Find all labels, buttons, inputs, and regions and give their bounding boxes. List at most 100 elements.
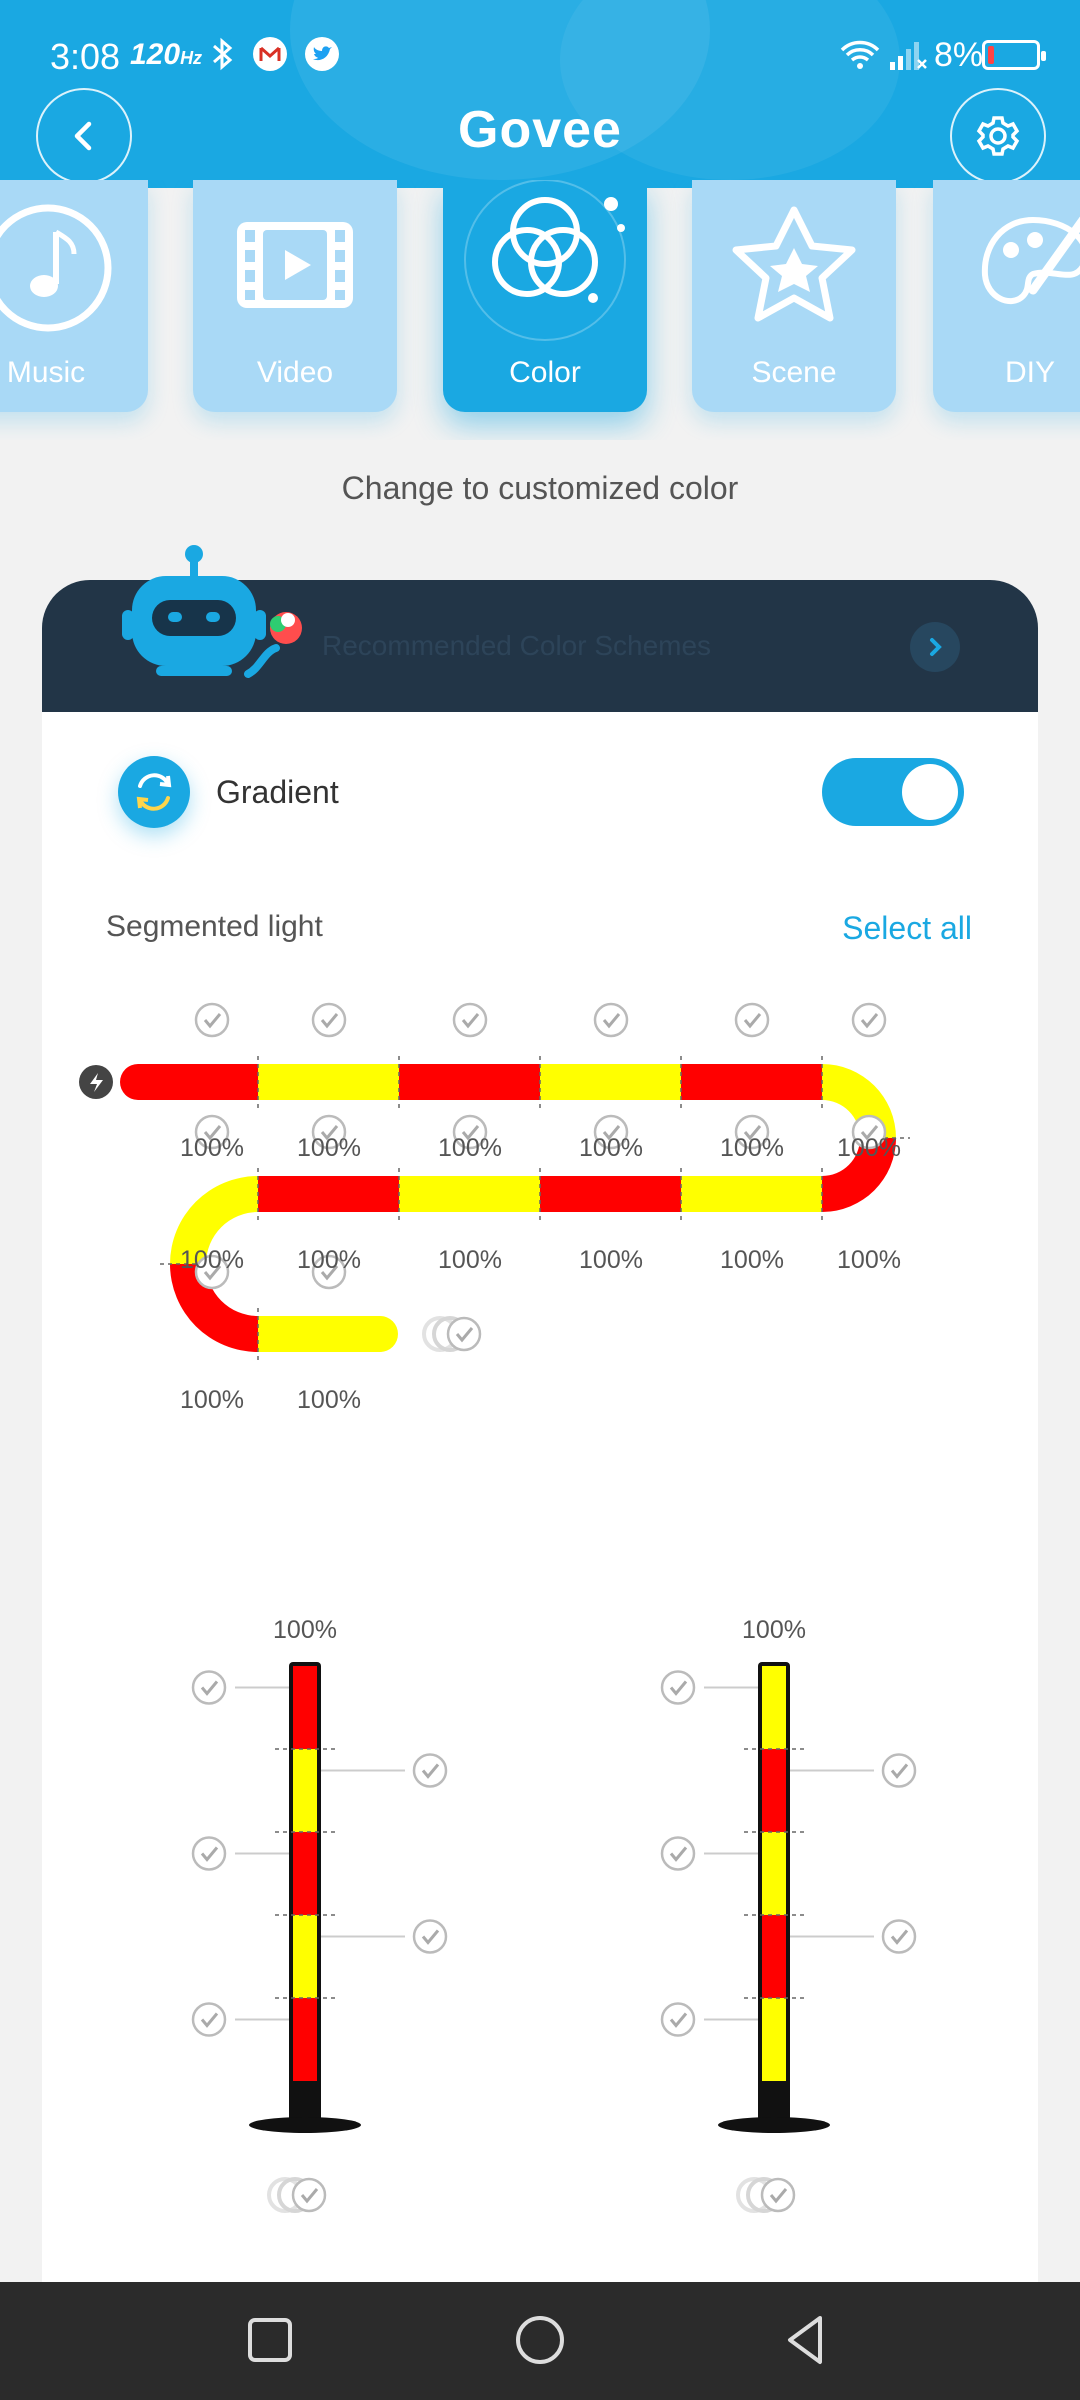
recommended-arrow-button[interactable]	[910, 622, 960, 672]
segment-check-icon[interactable]	[881, 1919, 917, 1954]
pole-right-segment-3	[762, 1832, 786, 1915]
segment-brightness-label: 100%	[438, 1134, 502, 1162]
add-segment-check-icon[interactable]	[760, 2177, 796, 2213]
segment-brightness-label: 100%	[180, 1386, 244, 1414]
music-note-icon	[0, 204, 112, 332]
segment-brightness-label: 100%	[180, 1246, 244, 1274]
tab-label: Color	[509, 356, 581, 389]
segment-check-icon[interactable]	[191, 2002, 227, 2037]
segment-brightness-label: 100%	[180, 1134, 244, 1162]
pole-right-stand	[758, 2081, 790, 2121]
toggle-knob	[902, 764, 958, 820]
color-circles-icon	[464, 180, 626, 341]
segment-check-icon[interactable]	[191, 1670, 227, 1705]
wifi-icon	[840, 40, 880, 69]
pole-left-base	[249, 2117, 361, 2133]
pole-right-base	[718, 2117, 830, 2133]
strip-segment-2-3	[540, 1176, 681, 1212]
segment-brightness-label: 100%	[837, 1246, 901, 1274]
pole-right-segment-5	[762, 1998, 786, 2081]
pole-right-segment-4	[762, 1915, 786, 1998]
segment-brightness-label: 100%	[579, 1134, 643, 1162]
strip-segment-1-1-fill	[142, 1064, 258, 1100]
segment-check-icon[interactable]	[851, 1002, 887, 1038]
segment-check-icon[interactable]	[593, 1002, 629, 1038]
gradient-icon	[118, 756, 190, 828]
tab-label: Music	[6, 356, 86, 389]
video-icon	[237, 222, 353, 308]
recommended-schemes-label: Recommended Color Schemes	[322, 630, 712, 661]
mode-tabs: Music Video Color Scene DIY	[0, 180, 1080, 440]
pole-left-stand	[289, 2081, 321, 2121]
tab-label: Scene	[751, 356, 837, 389]
strip-segment-2-5	[258, 1176, 399, 1212]
led-strip-diagram	[79, 1002, 917, 2213]
tab-label: Video	[256, 356, 334, 389]
gmail-icon	[253, 37, 287, 71]
tab-video[interactable]: Video	[193, 180, 397, 412]
pole-left-segment-5	[293, 1998, 317, 2081]
app-logo: Govee	[458, 101, 622, 159]
segment-brightness-label: 100%	[297, 1386, 361, 1414]
segment-check-icon[interactable]	[660, 1836, 696, 1871]
status-bar: 3:08 120Hz 8%	[0, 0, 1080, 110]
segment-check-icon[interactable]	[311, 1002, 347, 1038]
segment-check-icon[interactable]	[412, 1753, 448, 1788]
tab-label: DIY	[1005, 356, 1056, 389]
strip-segment-2-4	[399, 1176, 540, 1212]
tab-color[interactable]: Color	[443, 180, 647, 412]
segment-brightness-label: 100%	[438, 1246, 502, 1274]
battery-icon	[982, 40, 1046, 70]
strip-segment-2-2	[681, 1176, 822, 1212]
home-icon[interactable]	[510, 2310, 570, 2370]
battery-percent: 8%	[934, 36, 984, 74]
pole-left-segment-4	[293, 1915, 317, 1998]
segment-brightness-label: 100%	[720, 1246, 784, 1274]
segment-brightness-label: 100%	[579, 1246, 643, 1274]
add-segment-check-icon[interactable]	[446, 1316, 482, 1352]
palette-icon	[981, 216, 1080, 304]
recommended-schemes-banner[interactable]: Recommended Color Schemes	[42, 545, 1038, 712]
segment-brightness-label: 100%	[297, 1246, 361, 1274]
segment-check-icon[interactable]	[191, 1836, 227, 1871]
tab-diy[interactable]: DIY	[933, 180, 1080, 412]
select-all-link[interactable]: Select all	[842, 910, 972, 947]
pole-left-segment-1	[293, 1666, 317, 1749]
recent-apps-icon[interactable]	[240, 2310, 300, 2370]
strip-segment-1-2	[258, 1064, 399, 1100]
strip-segment-3-2-fill	[258, 1316, 298, 1352]
pole-right-brightness-label: 100%	[742, 1616, 806, 1644]
tab-scene[interactable]: Scene	[692, 180, 896, 412]
segment-check-icon[interactable]	[734, 1002, 770, 1038]
segment-check-icon[interactable]	[660, 1670, 696, 1705]
segment-check-icon[interactable]	[660, 2002, 696, 2037]
strip-segment-1-3	[399, 1064, 540, 1100]
twitter-icon	[305, 37, 339, 71]
segment-brightness-label: 100%	[837, 1134, 901, 1162]
robot-icon	[122, 545, 302, 678]
refresh-icon	[136, 773, 172, 811]
pole-left-segment-2	[293, 1749, 317, 1832]
bluetooth-icon	[213, 37, 233, 71]
segment-check-icon[interactable]	[881, 1753, 917, 1788]
gradient-label: Gradient	[216, 774, 339, 810]
star-icon	[732, 206, 856, 322]
chevron-right-icon	[930, 638, 942, 656]
strip-segment-1-5	[681, 1064, 822, 1100]
color-control-card: Gradient Segmented light Select all 100%…	[42, 712, 1038, 2282]
pole-left-brightness-label: 100%	[273, 1616, 337, 1644]
segmented-light-label: Segmented light	[106, 910, 323, 943]
back-icon[interactable]	[776, 2310, 836, 2370]
tab-music[interactable]: Music	[0, 180, 148, 412]
system-navbar	[0, 2282, 1080, 2400]
status-time: 3:08	[50, 36, 121, 77]
strip-segment-1-4	[540, 1064, 681, 1100]
segment-check-icon[interactable]	[194, 1002, 230, 1038]
settings-button[interactable]	[950, 88, 1046, 184]
add-segment-check-icon[interactable]	[291, 2177, 327, 2213]
pole-left-segment-3	[293, 1832, 317, 1915]
segment-check-icon[interactable]	[412, 1919, 448, 1954]
segment-brightness-label: 100%	[297, 1134, 361, 1162]
segment-check-icon[interactable]	[452, 1002, 488, 1038]
gradient-toggle[interactable]	[822, 758, 964, 826]
